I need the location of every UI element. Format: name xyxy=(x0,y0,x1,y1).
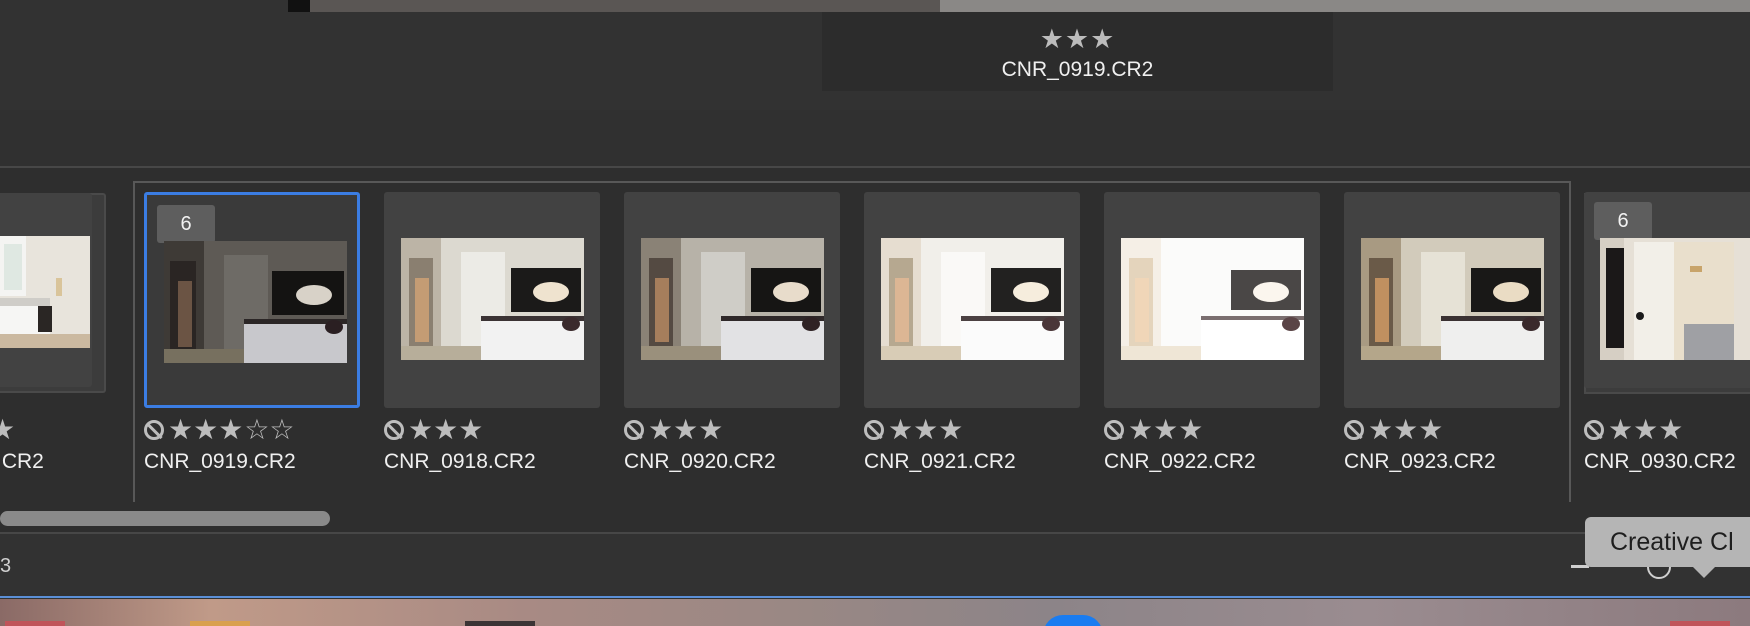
thumbnail-cell[interactable] xyxy=(0,193,92,387)
thumbnail-meta: ★★★ CNR_0923.CR2 xyxy=(1344,414,1564,474)
rating-stars[interactable]: ★ xyxy=(0,416,15,444)
reject-icon[interactable] xyxy=(144,420,164,440)
thumbnail-cell[interactable] xyxy=(1104,192,1320,408)
preview-caption: ★★★ CNR_0919.CR2 xyxy=(822,12,1333,91)
preview-image-strip xyxy=(288,0,1750,12)
filmstrip-header xyxy=(0,110,1750,168)
status-bar xyxy=(0,535,1750,597)
thumbnail-image xyxy=(1121,238,1304,360)
thumbnail-meta: ★★★ CNR_0921.CR2 xyxy=(864,414,1084,474)
dock-app-icon[interactable] xyxy=(1670,621,1730,626)
macos-dock xyxy=(0,599,1750,626)
reject-icon[interactable] xyxy=(384,420,404,440)
reject-icon[interactable] xyxy=(1584,420,1604,440)
reject-icon[interactable] xyxy=(624,420,644,440)
rating-stars[interactable]: ★★★ xyxy=(1608,416,1683,444)
thumbnail-meta: ★★★ CNR_0920.CR2 xyxy=(624,414,844,474)
thumbnail-meta: ★★★ ☆☆ CNR_0919.CR2 xyxy=(144,414,364,474)
reject-icon[interactable] xyxy=(1104,420,1124,440)
tooltip: Creative Cl xyxy=(1585,517,1750,567)
thumbnail-cell-selected[interactable]: 6 xyxy=(144,192,360,408)
thumbnail-filename: CNR_0919.CR2 xyxy=(144,450,296,473)
rating-stars[interactable]: ★★★ xyxy=(168,416,243,444)
thumbnail-image xyxy=(1600,238,1750,360)
thumbnail-cell[interactable] xyxy=(624,192,840,408)
thumbnail-image xyxy=(401,238,584,360)
thumbnail-filename: CNR_0923.CR2 xyxy=(1344,450,1496,473)
reject-icon[interactable] xyxy=(1344,420,1364,440)
window-bottom-edge xyxy=(0,596,1750,598)
bridge-window: ★★★ CNR_0919.CR2 ★ .CR2 6 ★★★ ☆☆ CNR_091… xyxy=(0,0,1750,626)
dock-app-icon[interactable] xyxy=(1043,615,1103,626)
thumbnail-cell[interactable] xyxy=(384,192,600,408)
divider xyxy=(0,532,1750,534)
thumbnail-meta: ★★★ CNR_0918.CR2 xyxy=(384,414,604,474)
rating-stars[interactable]: ★★★ xyxy=(1368,416,1443,444)
reject-icon[interactable] xyxy=(864,420,884,440)
rating-stars[interactable]: ★★★ xyxy=(1128,416,1203,444)
thumbnail-image xyxy=(881,238,1064,360)
empty-stars[interactable]: ☆☆ xyxy=(244,416,294,444)
rating-stars[interactable]: ★★★ xyxy=(888,416,963,444)
filmstrip-scrollbar-thumb[interactable] xyxy=(0,511,330,526)
stack-count-badge[interactable]: 6 xyxy=(1594,202,1652,240)
thumbnail-image xyxy=(641,238,824,360)
rating-stars[interactable]: ★★★ xyxy=(408,416,483,444)
item-count-text: 3 xyxy=(0,555,12,577)
thumbnail-cell[interactable] xyxy=(864,192,1080,408)
thumbnail-image xyxy=(1361,238,1544,360)
thumbnail-meta: ★★★ CNR_0930.CR2 xyxy=(1584,414,1750,474)
stack-count-badge[interactable]: 6 xyxy=(157,205,215,243)
thumbnail-image xyxy=(164,241,347,363)
dock-app-icon[interactable] xyxy=(190,621,250,626)
dock-app-icon[interactable] xyxy=(5,621,65,626)
thumbnail-filename: CNR_0920.CR2 xyxy=(624,450,776,473)
thumbnail-image xyxy=(0,236,90,348)
thumbnail-filename: CNR_0922.CR2 xyxy=(1104,450,1256,473)
thumbnail-filename: CNR_0930.CR2 xyxy=(1584,450,1736,473)
thumbnail-cell[interactable]: 6 xyxy=(1584,192,1750,388)
preview-filename: CNR_0919.CR2 xyxy=(1001,58,1154,81)
thumbnail-meta: ★★★ CNR_0922.CR2 xyxy=(1104,414,1324,474)
rating-stars[interactable]: ★★★ xyxy=(648,416,723,444)
thumbnail-filename: CNR_0921.CR2 xyxy=(864,450,1016,473)
tooltip-arrow xyxy=(1693,567,1715,578)
thumbnail-cell[interactable] xyxy=(1344,192,1560,408)
dock-app-icon[interactable] xyxy=(465,621,535,626)
thumbnail-filename: CNR_0918.CR2 xyxy=(384,450,536,473)
preview-rating-stars[interactable]: ★★★ xyxy=(822,24,1333,54)
